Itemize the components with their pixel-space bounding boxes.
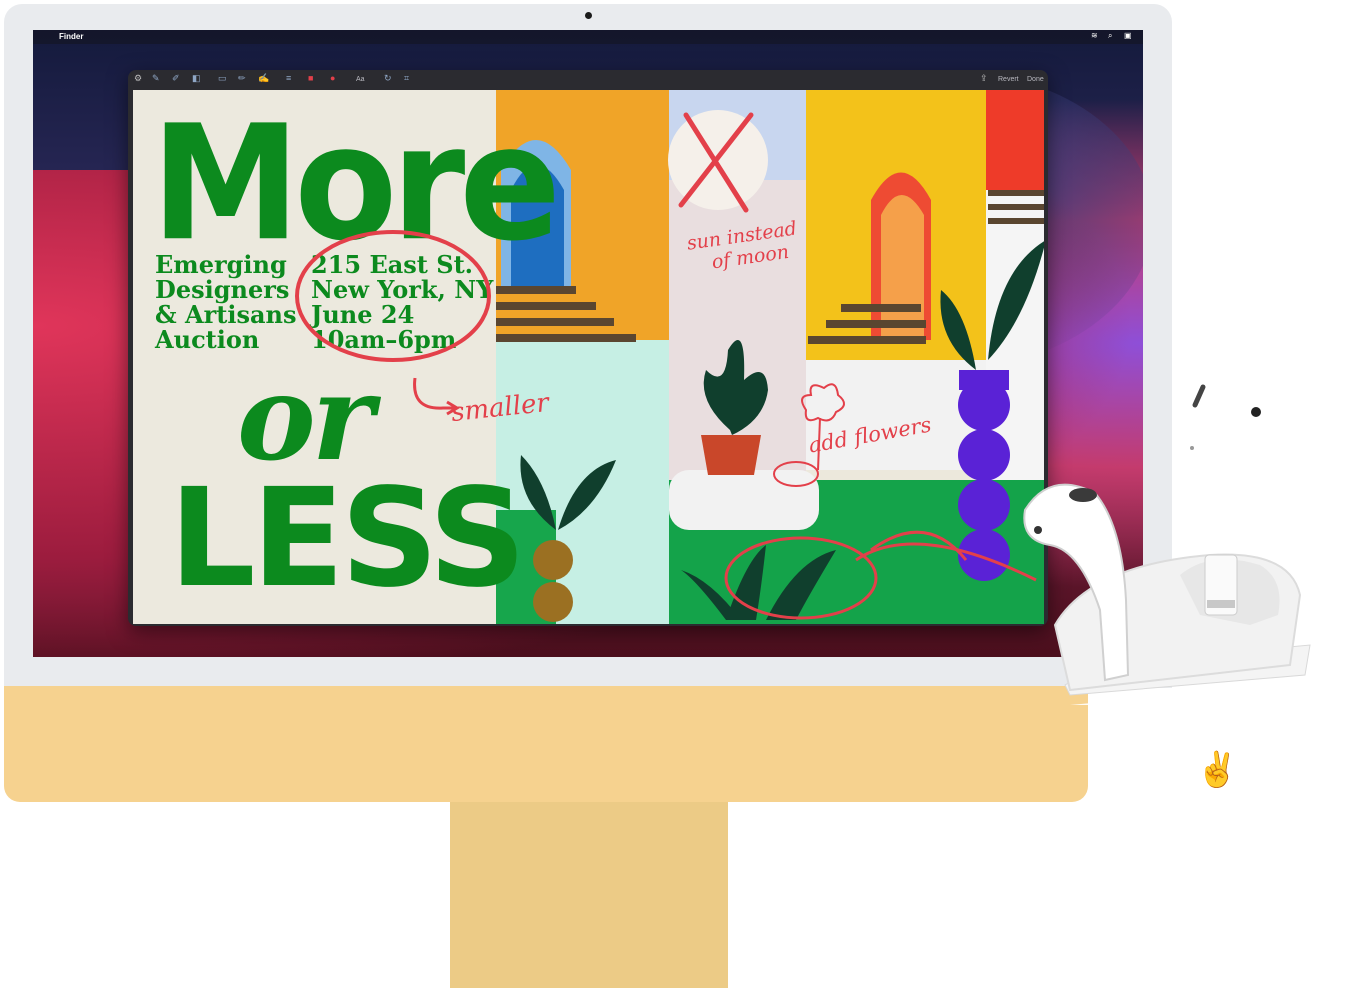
camera — [585, 12, 592, 19]
draw-icon[interactable]: ✐ — [172, 73, 180, 84]
highlight-icon[interactable]: ✏ — [238, 73, 246, 84]
border-color-icon[interactable]: ■ — [308, 73, 313, 83]
imac-chin — [4, 686, 1088, 802]
airpods-sticker — [1023, 384, 1311, 705]
poster-artwork — [496, 90, 1044, 624]
revert-button[interactable]: Revert — [998, 76, 1019, 83]
poster-image: More Emerging Designers & Artisans Aucti… — [133, 90, 1044, 624]
event-description: Emerging Designers & Artisans Auction — [155, 252, 297, 352]
app-menu[interactable]: Finder — [59, 32, 83, 41]
peace-hand-icon: ✌ — [1196, 751, 1239, 789]
event-line: Designers — [155, 275, 290, 304]
control-center-icon[interactable]: ▣ — [1124, 31, 1132, 40]
menu-bar: Finder ≋ ⌕ ▣ — [33, 30, 1143, 44]
poster-headline-less: LESS — [169, 460, 526, 618]
search-icon[interactable]: ⌕ — [1108, 31, 1112, 41]
shapes-icon[interactable]: ◧ — [192, 73, 201, 84]
fill-color-icon[interactable]: ● — [330, 73, 335, 83]
gear-icon[interactable]: ⚙ — [134, 73, 142, 84]
event-line: Emerging — [155, 250, 287, 279]
text-box-icon[interactable]: ▭ — [218, 73, 227, 84]
crop-icon[interactable]: ⌗ — [404, 73, 409, 84]
text-style-button[interactable]: Aa — [356, 76, 365, 83]
wifi-icon[interactable]: ≋ — [1091, 31, 1098, 40]
imac-stand — [450, 802, 728, 988]
share-icon[interactable]: ⇪ — [980, 73, 988, 84]
signature-icon[interactable]: ✍ — [258, 73, 269, 84]
event-line: & Artisans — [155, 300, 297, 329]
rotate-icon[interactable]: ↻ — [384, 73, 392, 84]
markup-toolbar: ⚙ ✎ ✐ ◧ ▭ ✏ ✍ ≡ ■ ● Aa ↻ ⌗ ⇪ Revert Done — [128, 70, 1048, 90]
sketch-icon[interactable]: ✎ — [152, 73, 160, 84]
done-button[interactable]: Done — [1027, 76, 1044, 83]
line-style-icon[interactable]: ≡ — [286, 73, 291, 83]
